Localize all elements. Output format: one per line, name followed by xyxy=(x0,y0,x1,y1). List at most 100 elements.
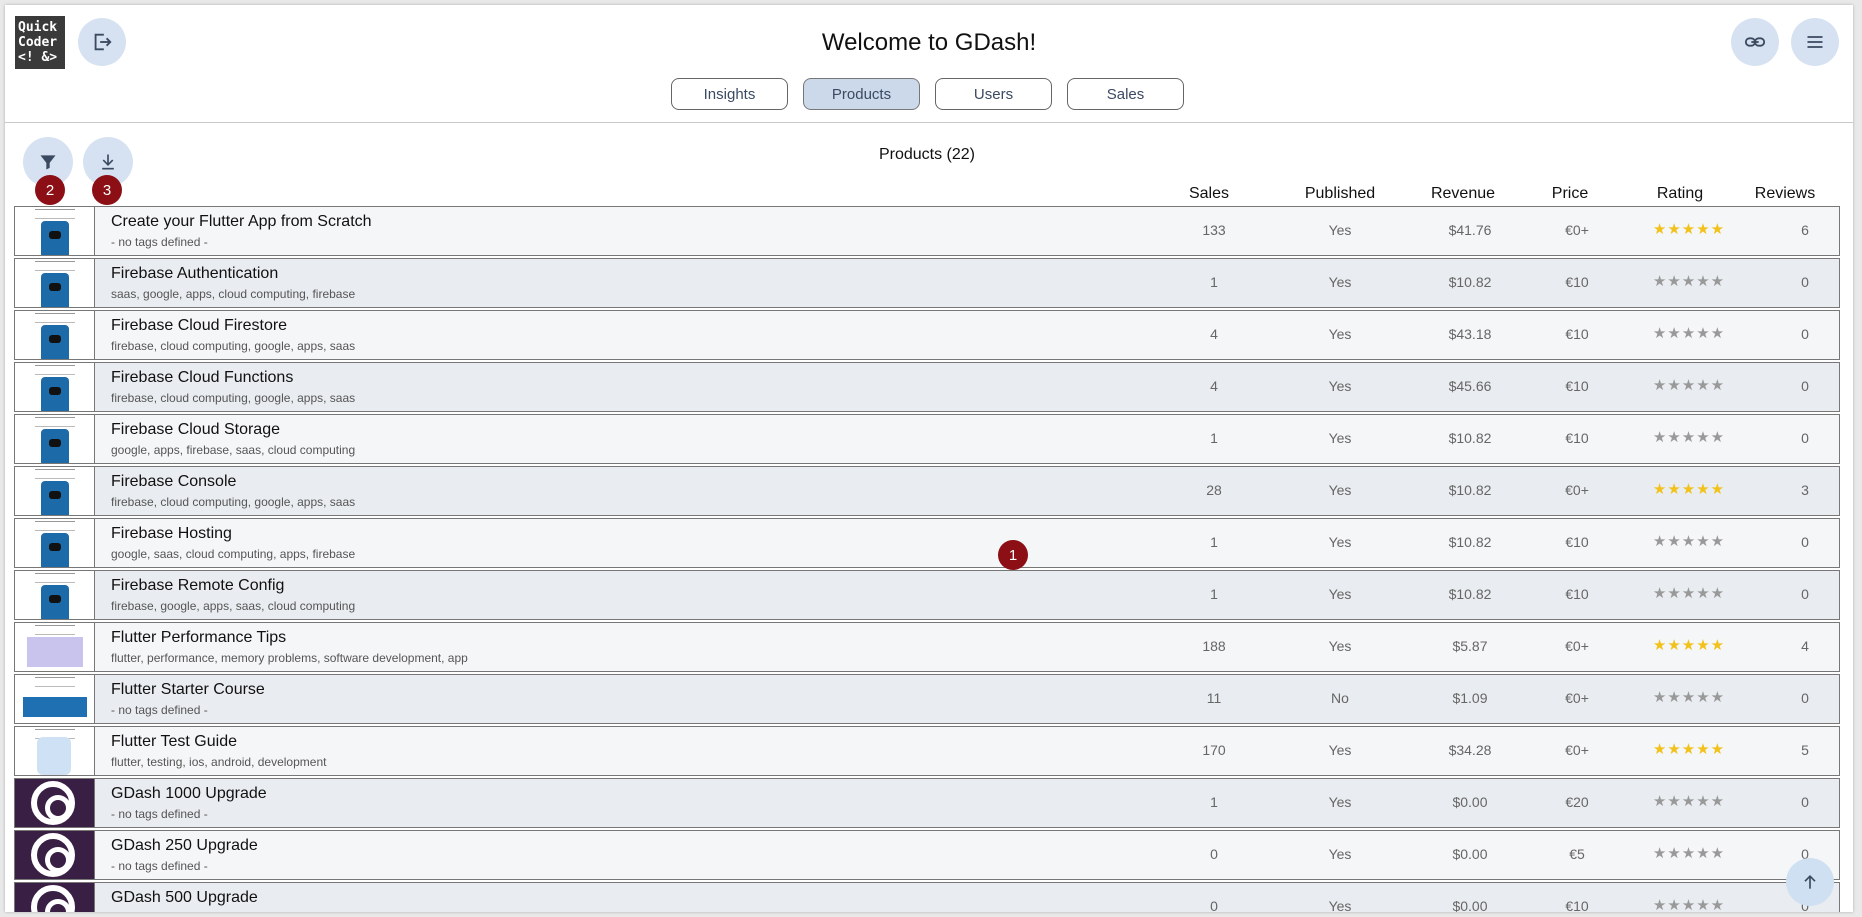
product-sales: 0 xyxy=(1210,846,1218,862)
product-price: €0+ xyxy=(1565,638,1589,654)
product-reviews: 5 xyxy=(1801,742,1809,758)
product-price: €10 xyxy=(1565,534,1589,550)
table-row[interactable]: Firebase Hosting google, saas, cloud comp… xyxy=(14,518,1840,568)
column-header-published[interactable]: Published xyxy=(1295,185,1385,203)
product-thumbnail xyxy=(15,727,95,775)
column-header-rating[interactable]: Rating xyxy=(1645,185,1715,203)
product-revenue: $10.82 xyxy=(1448,534,1492,550)
product-revenue: $34.28 xyxy=(1448,742,1492,758)
product-price: €5 xyxy=(1569,846,1585,862)
product-published: Yes xyxy=(1328,534,1352,550)
product-rating-stars: ★★★★★ xyxy=(1652,637,1726,654)
page-title: Welcome to GDash! xyxy=(821,29,1037,56)
product-thumbnail xyxy=(15,831,95,879)
product-thumbnail xyxy=(15,207,95,255)
product-name: Firebase Console xyxy=(111,473,237,490)
product-rating-stars: ★★★★★ xyxy=(1652,689,1726,706)
product-reviews: 0 xyxy=(1801,326,1809,342)
product-name: Firebase Remote Config xyxy=(111,577,285,594)
table-row[interactable]: Firebase Cloud Storage google, apps, fire… xyxy=(14,414,1840,464)
product-revenue: $10.82 xyxy=(1448,482,1492,498)
product-thumbnail xyxy=(15,415,95,463)
product-price: €10 xyxy=(1565,430,1589,446)
product-price: €0+ xyxy=(1565,222,1589,238)
table-row[interactable]: Flutter Test Guide flutter, testing, ios,… xyxy=(14,726,1840,776)
table-row[interactable]: Firebase Authentication saas, google, app… xyxy=(14,258,1840,308)
product-name: Firebase Cloud Storage xyxy=(111,421,280,438)
header-divider xyxy=(5,122,1853,123)
tab-users[interactable]: Users xyxy=(935,78,1052,110)
menu-button[interactable] xyxy=(1791,18,1839,66)
product-price: €10 xyxy=(1565,326,1589,342)
table-row[interactable]: Firebase Remote Config firebase, google, … xyxy=(14,570,1840,620)
tab-products[interactable]: Products xyxy=(803,78,920,110)
product-price: €0+ xyxy=(1565,742,1589,758)
product-name: Create your Flutter App from Scratch xyxy=(111,213,372,230)
table-row[interactable]: GDash 250 Upgrade - no tags defined - 0 Ye… xyxy=(14,830,1840,880)
table-row[interactable]: Firebase Cloud Functions firebase, cloud … xyxy=(14,362,1840,412)
table-row[interactable]: Flutter Performance Tips flutter, perform… xyxy=(14,622,1840,672)
product-rating-stars: ★★★★★ xyxy=(1652,273,1726,290)
product-rating-stars: ★★★★★ xyxy=(1652,325,1726,342)
product-tags: - no tags defined - xyxy=(111,807,208,821)
product-thumbnail xyxy=(15,363,95,411)
table-row[interactable]: GDash 1000 Upgrade - no tags defined - 1 Y… xyxy=(14,778,1840,828)
product-tags: google, apps, firebase, saas, cloud comp… xyxy=(111,443,356,457)
column-header-reviews[interactable]: Reviews xyxy=(1745,185,1825,203)
product-price: €10 xyxy=(1565,274,1589,290)
product-revenue: $43.18 xyxy=(1448,326,1492,342)
tab-insights[interactable]: Insights xyxy=(671,78,788,110)
column-header-sales[interactable]: Sales xyxy=(1179,185,1239,203)
product-published: Yes xyxy=(1328,742,1352,758)
product-thumbnail xyxy=(15,675,95,723)
product-revenue: $45.66 xyxy=(1448,378,1492,394)
product-tags: google, saas, cloud computing, apps, fir… xyxy=(111,547,356,561)
product-sales: 0 xyxy=(1210,898,1218,912)
product-sales: 1 xyxy=(1210,534,1218,550)
product-rating-stars: ★★★★★ xyxy=(1652,845,1726,862)
column-header-revenue[interactable]: Revenue xyxy=(1423,185,1503,203)
product-rating-stars: ★★★★★ xyxy=(1652,741,1726,758)
product-published: Yes xyxy=(1328,846,1352,862)
table-row[interactable]: Firebase Cloud Firestore firebase, cloud … xyxy=(14,310,1840,360)
product-thumbnail xyxy=(15,467,95,515)
product-sales: 170 xyxy=(1202,742,1226,758)
product-tags: - no tags defined - xyxy=(111,703,208,717)
product-revenue: $10.82 xyxy=(1448,430,1492,446)
product-thumbnail xyxy=(15,519,95,567)
product-name: Flutter Starter Course xyxy=(111,681,265,698)
product-published: Yes xyxy=(1328,430,1352,446)
product-reviews: 0 xyxy=(1801,794,1809,810)
product-reviews: 3 xyxy=(1801,482,1809,498)
product-tags: firebase, cloud computing, google, apps,… xyxy=(111,391,356,405)
product-name: Flutter Performance Tips xyxy=(111,629,287,646)
product-rating-stars: ★★★★★ xyxy=(1652,429,1726,446)
product-sales: 188 xyxy=(1202,638,1226,654)
product-name: GDash 1000 Upgrade xyxy=(111,785,267,802)
product-revenue: $0.00 xyxy=(1452,898,1488,912)
products-list: Create your Flutter App from Scratch - n… xyxy=(14,206,1840,912)
product-published: Yes xyxy=(1328,378,1352,394)
product-name: Firebase Cloud Functions xyxy=(111,369,294,386)
table-row[interactable]: Flutter Starter Course - no tags defined… xyxy=(14,674,1840,724)
product-revenue: $0.00 xyxy=(1452,794,1488,810)
product-rating-stars: ★★★★★ xyxy=(1652,221,1726,238)
tab-sales[interactable]: Sales xyxy=(1067,78,1184,110)
table-row[interactable]: Create your Flutter App from Scratch - n… xyxy=(14,206,1840,256)
link-button[interactable] xyxy=(1731,18,1779,66)
product-reviews: 6 xyxy=(1801,222,1809,238)
product-price: €10 xyxy=(1565,378,1589,394)
product-reviews: 4 xyxy=(1801,638,1809,654)
scroll-top-button[interactable] xyxy=(1786,858,1834,906)
product-revenue: $10.82 xyxy=(1448,274,1492,290)
table-row[interactable]: GDash 500 Upgrade - no tags defined - 0 Ye… xyxy=(14,882,1840,912)
product-tags: firebase, cloud computing, google, apps,… xyxy=(111,495,356,509)
product-thumbnail xyxy=(15,883,95,912)
column-header-price[interactable]: Price xyxy=(1540,185,1600,203)
product-name: GDash 250 Upgrade xyxy=(111,837,258,854)
product-tags: - no tags defined - xyxy=(111,859,208,873)
product-revenue: $0.00 xyxy=(1452,846,1488,862)
product-published: Yes xyxy=(1328,326,1352,342)
product-price: €10 xyxy=(1565,898,1589,912)
table-row[interactable]: Firebase Console firebase, cloud computin… xyxy=(14,466,1840,516)
